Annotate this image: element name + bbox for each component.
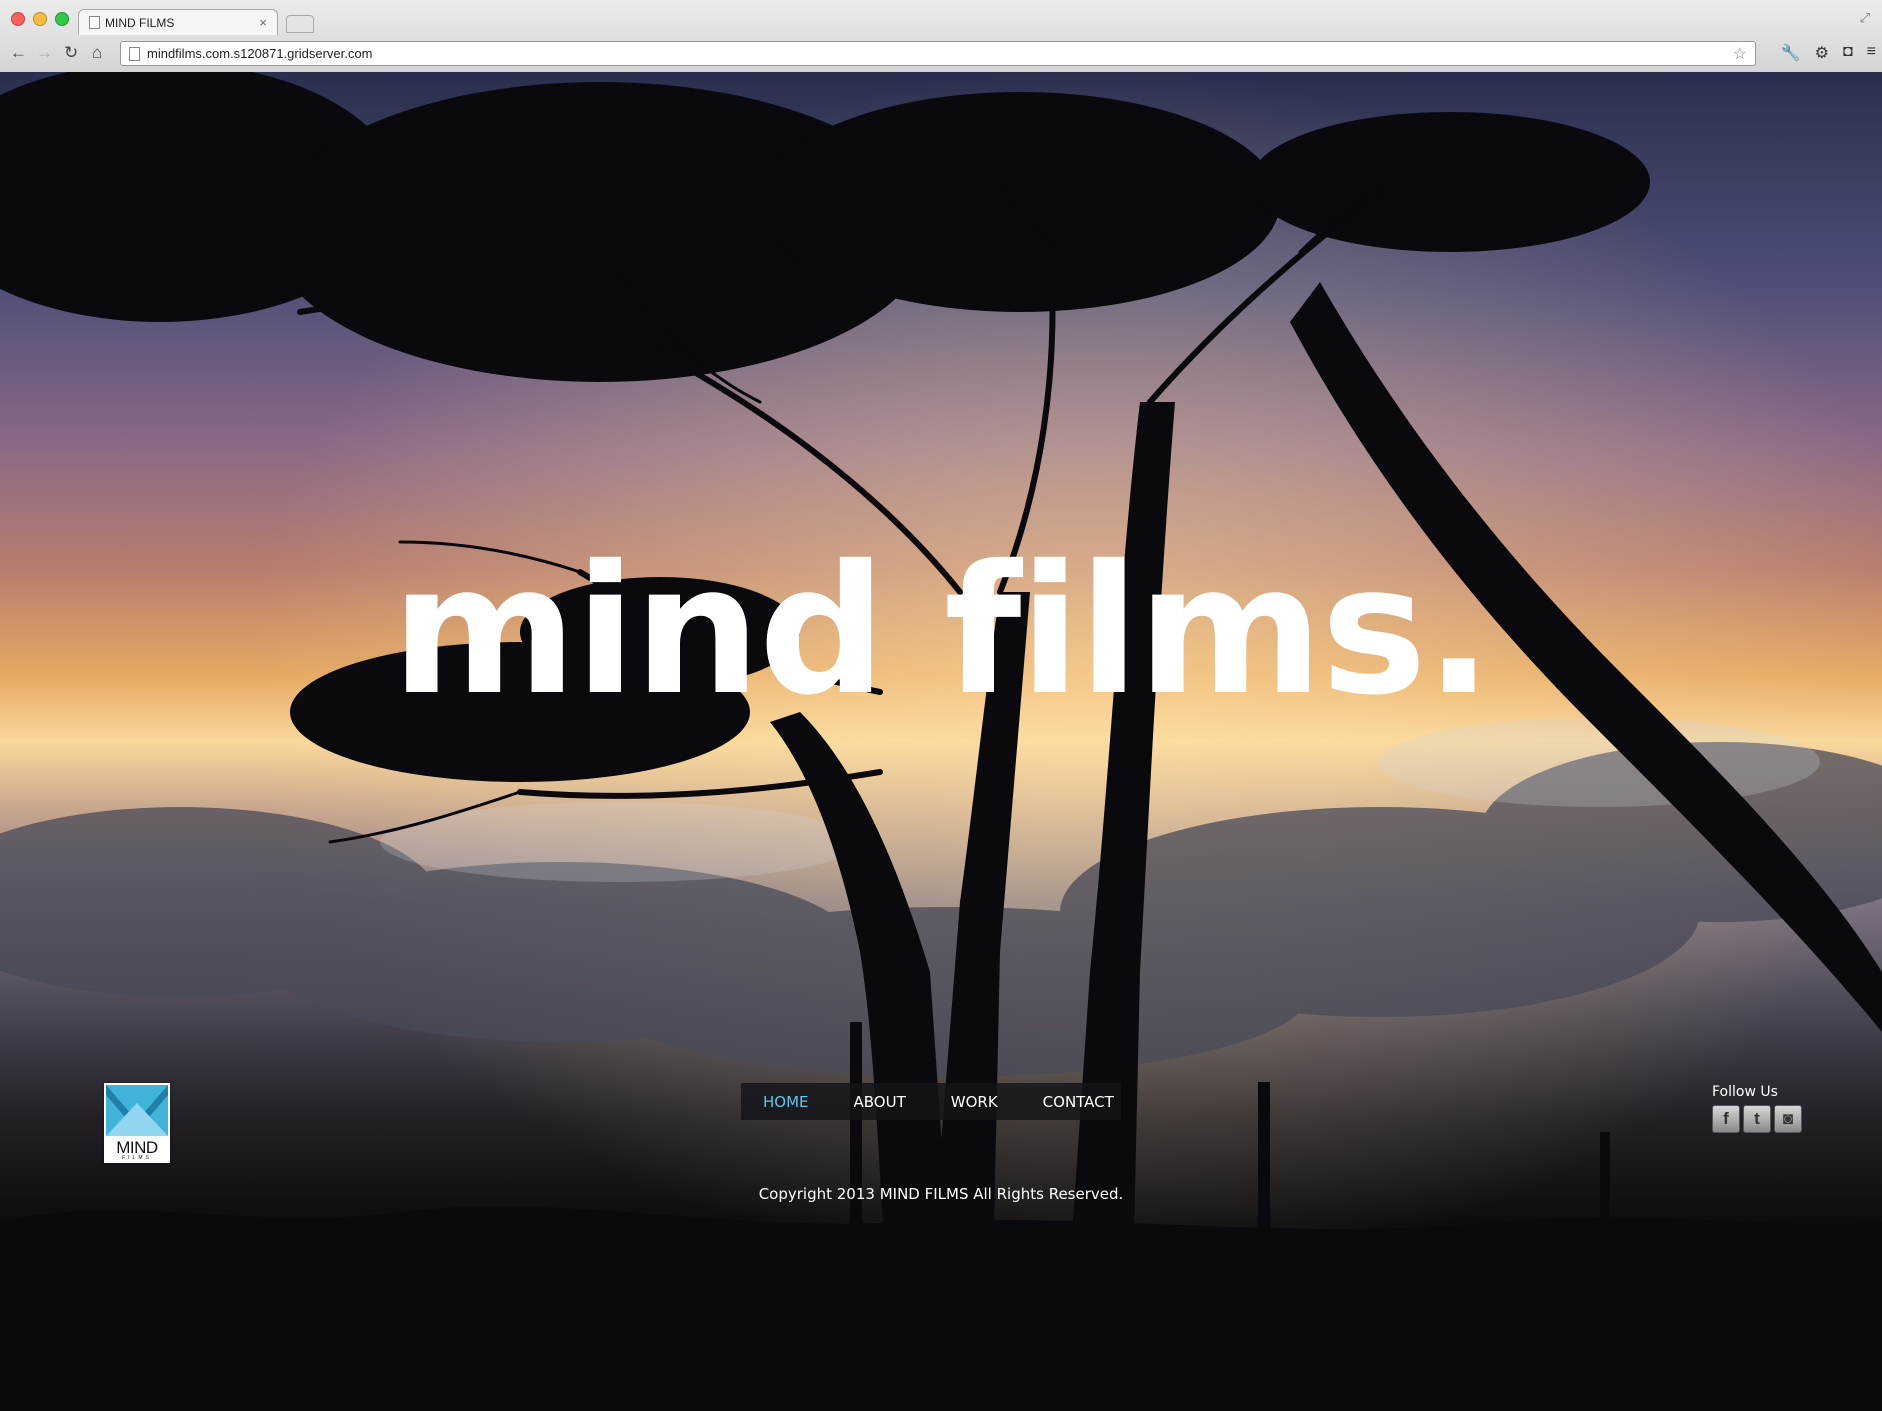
pocket-icon[interactable]: ◘ [1843, 43, 1853, 63]
document-icon [89, 16, 100, 29]
close-window-button[interactable] [11, 12, 25, 26]
browser-toolbar: ← → ↻ ⌂ mindfilms.com.s120871.gridserver… [0, 38, 1882, 72]
toolbar-icons: 🔧 ⚙ ◘ ≡ [1781, 43, 1876, 63]
window-controls [11, 12, 69, 26]
menu-icon[interactable]: ≡ [1867, 43, 1876, 63]
mind-films-logo[interactable]: MIND FILMS [104, 1083, 170, 1163]
forward-arrow-icon[interactable]: → [36, 43, 53, 63]
logo-mark-icon [106, 1085, 168, 1136]
social-links: f t ◙ [1712, 1105, 1802, 1133]
follow-us-section: Follow Us f t ◙ [1712, 1084, 1802, 1133]
zoom-window-button[interactable] [55, 12, 69, 26]
reload-icon[interactable]: ↻ [64, 43, 78, 63]
facebook-icon[interactable]: f [1712, 1105, 1740, 1133]
follow-us-title: Follow Us [1712, 1084, 1778, 1100]
page-viewport: mind films. MIND FILMS HOME ABOUT WORK C… [0, 72, 1882, 1411]
hero-wordmark: mind films. [391, 527, 1492, 734]
copyright-text: Copyright 2013 MIND FILMS All Rights Res… [758, 1185, 1124, 1203]
gear-icon[interactable]: ⚙ [1815, 43, 1829, 63]
minimize-window-button[interactable] [33, 12, 47, 26]
instagram-icon[interactable]: ◙ [1774, 1105, 1802, 1133]
nav-about-link[interactable]: ABOUT [854, 1093, 906, 1111]
nav-work-link[interactable]: WORK [951, 1093, 998, 1111]
tab-close-icon[interactable]: × [259, 15, 267, 30]
address-bar[interactable]: mindfilms.com.s120871.gridserver.com ☆ [120, 41, 1756, 66]
logo-subtext: FILMS [122, 1155, 152, 1161]
twitter-icon[interactable]: t [1743, 1105, 1771, 1133]
fullscreen-icon[interactable]: ⤢ [1860, 10, 1870, 26]
home-icon[interactable]: ⌂ [92, 43, 102, 63]
back-arrow-icon[interactable]: ← [10, 43, 27, 63]
main-navigation: HOME ABOUT WORK CONTACT [741, 1083, 1121, 1120]
browser-tab[interactable]: MIND FILMS × [78, 9, 278, 35]
page-icon [129, 47, 140, 61]
nav-contact-link[interactable]: CONTACT [1043, 1093, 1114, 1111]
wrench-icon[interactable]: 🔧 [1781, 43, 1801, 63]
hero-background-image [0, 72, 1882, 1411]
url-text: mindfilms.com.s120871.gridserver.com [147, 46, 373, 61]
tab-title: MIND FILMS [105, 15, 175, 30]
nav-home-link[interactable]: HOME [763, 1093, 809, 1111]
bookmark-star-icon[interactable]: ☆ [1733, 44, 1747, 64]
browser-window-chrome: MIND FILMS × ⤢ ← → ↻ ⌂ mindfilms.com.s12… [0, 0, 1882, 73]
new-tab-button[interactable] [286, 15, 314, 33]
